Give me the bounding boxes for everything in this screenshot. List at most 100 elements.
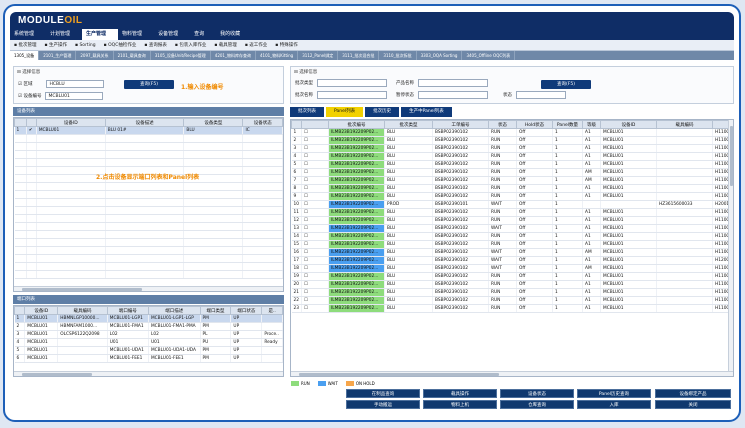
menu-item[interactable]: 计划管理 bbox=[46, 29, 82, 40]
table-row[interactable]: 2 ☐ ILMB23B192209P02... BLU BSBP02390102 RUN O… bbox=[291, 136, 733, 145]
table-row[interactable]: 21 ☐ ILMB23B192209P02... BLU BSBP02390102 RUN… bbox=[291, 288, 733, 297]
table-row[interactable]: 4 MCBLU01 U01 U01 PU UP Ready bbox=[14, 338, 283, 347]
column-header[interactable] bbox=[291, 120, 302, 129]
row-checkbox[interactable]: ☐ bbox=[301, 208, 329, 217]
submenu-item[interactable]: ▪ 批次管理 bbox=[10, 40, 40, 50]
column-header[interactable] bbox=[14, 306, 26, 315]
lot-search-button[interactable]: 查询(F5) bbox=[541, 80, 591, 89]
table-row[interactable]: 10 ☐ ILMB23B192209P02... PROD BSBP02390101 WA… bbox=[291, 200, 733, 209]
table-row[interactable]: 12 ☐ ILMB23B192209P02... BLU BSBP02390102 RUN… bbox=[291, 216, 733, 225]
row-checkbox[interactable]: ☐ bbox=[301, 272, 329, 281]
column-header[interactable]: 批次编号 bbox=[328, 120, 385, 129]
table-row[interactable]: 9 ☐ ILMB23B192209P02... BLU BSBP02390102 RUN O… bbox=[291, 192, 733, 201]
column-header[interactable] bbox=[301, 120, 329, 129]
column-header[interactable]: 设备ID bbox=[600, 120, 657, 129]
submenu-item[interactable]: ▪ OQC抽检作业 bbox=[100, 40, 141, 50]
column-header[interactable]: 端口状态 bbox=[230, 306, 263, 315]
bottom-button[interactable]: 关闭 bbox=[655, 400, 731, 409]
column-header[interactable]: 设备类型 bbox=[183, 118, 244, 127]
column-header[interactable]: 批次类型 bbox=[384, 120, 433, 129]
page-tab[interactable]: 4101_物料Kitting bbox=[256, 51, 299, 60]
submenu-item[interactable]: ▪ 生产操作 bbox=[40, 40, 70, 50]
checkbox-icon[interactable]: ☑ bbox=[18, 82, 22, 87]
menu-item[interactable]: 设备管理 bbox=[154, 29, 190, 40]
table-row[interactable]: 2 MCBLU01 HBMNFAM1000... MCBLU01-FMA1 MCBLU0… bbox=[14, 322, 283, 331]
row-checkbox[interactable]: ☐ bbox=[301, 216, 329, 225]
row-checkbox[interactable]: ☐ bbox=[301, 200, 329, 209]
submenu-item[interactable]: ▪ Sorting bbox=[71, 40, 100, 50]
column-header[interactable]: Hold状态 bbox=[516, 120, 553, 129]
collapse-icon[interactable]: ⊟ bbox=[294, 70, 298, 75]
bottom-button[interactable]: 载具操作 bbox=[423, 389, 497, 398]
menu-item[interactable]: 我的收藏 bbox=[216, 29, 252, 40]
table-row[interactable]: 18 ☐ ILMB23B192209P02... BLU BSBP02390102 WAI… bbox=[291, 264, 733, 273]
menu-item[interactable]: 生产管理 bbox=[82, 29, 119, 40]
row-checkbox[interactable]: ☐ bbox=[301, 168, 329, 177]
table-row[interactable]: 14 ☐ ILMB23B192209P02... BLU BSBP02390102 RUN… bbox=[291, 232, 733, 241]
column-header[interactable]: 是.. bbox=[261, 306, 283, 315]
row-checkbox[interactable]: ☐ bbox=[301, 248, 329, 257]
page-tab[interactable]: 2097_载具关系 bbox=[76, 51, 114, 60]
search-button[interactable]: 查询(F5) bbox=[124, 80, 174, 89]
submenu-item[interactable]: ▪ 特殊操作 bbox=[271, 40, 301, 50]
bottom-button[interactable]: 在制品查询 bbox=[346, 389, 420, 398]
row-checkbox[interactable]: ☐ bbox=[301, 232, 329, 241]
table-row[interactable]: 7 ☐ ILMB23B192209P02... BLU BSBP02390102 RUN O… bbox=[291, 176, 733, 185]
row-checkbox[interactable]: ☐ bbox=[301, 192, 329, 201]
bottom-button[interactable]: 仓库查询 bbox=[500, 400, 574, 409]
page-tab[interactable]: 3105_设备Unit/Recipe管理 bbox=[151, 51, 211, 60]
row-checkbox[interactable]: ☐ bbox=[301, 256, 329, 265]
table-row[interactable]: 3 MCBLU01 OLCSP6122Q2098 L02 L02 PL UP Proce.. bbox=[14, 330, 283, 339]
column-header[interactable]: Panel数量 bbox=[552, 120, 583, 129]
row-checkbox[interactable]: ☐ bbox=[301, 296, 329, 305]
lot-type-select[interactable] bbox=[317, 79, 387, 87]
table-row[interactable]: 17 ☐ ILMB23B192209P02... BLU BSBP02390102 WAI… bbox=[291, 256, 733, 265]
table-row[interactable]: 1 MCBLU01 HBMNLGP10000... MCBLU01-LGP1 MCBLU… bbox=[14, 314, 283, 323]
row-checkbox[interactable]: ☐ bbox=[301, 184, 329, 193]
right-tab[interactable]: 生产中Panel列表 bbox=[401, 107, 452, 117]
row-checkbox[interactable]: ☐ bbox=[301, 264, 329, 273]
page-tab[interactable]: 3112_Panel绑定 bbox=[298, 51, 339, 60]
bottom-button[interactable]: Panel历史查询 bbox=[577, 389, 651, 398]
equip-input[interactable]: MCBLU01 bbox=[45, 92, 104, 100]
equip-hscroll[interactable] bbox=[14, 286, 283, 291]
menu-item[interactable]: 查询 bbox=[190, 29, 216, 40]
page-tab[interactable]: 2101_载具查询 bbox=[114, 51, 151, 60]
right-tab[interactable]: 批次历史 bbox=[365, 107, 400, 117]
panel-hscroll[interactable] bbox=[291, 371, 733, 376]
submenu-item[interactable]: ▪ 载具管理 bbox=[210, 40, 240, 50]
collapse-icon[interactable]: ⊟ bbox=[17, 70, 21, 75]
table-row[interactable]: 1 ☐ ILMB23B192209P02... BLU BSBP02390102 RUN O… bbox=[291, 128, 733, 137]
port-hscroll[interactable] bbox=[14, 371, 283, 376]
table-row[interactable]: 5 MCBLU01 MCBLU01-UDA1 MCBLU01-UDA1-UDA PM UP bbox=[14, 346, 283, 355]
row-checkbox[interactable]: ☐ bbox=[301, 152, 329, 161]
column-header[interactable] bbox=[25, 118, 37, 127]
table-row[interactable]: 15 ☐ ILMB23B192209P02... BLU BSBP02390102 RUN… bbox=[291, 240, 733, 249]
page-tab[interactable]: 3110_批次拆批 bbox=[379, 51, 417, 60]
row-checkbox[interactable]: ☐ bbox=[301, 160, 329, 169]
table-row[interactable]: 1 ✔ MCBLU01 BLU 01# BLU IC bbox=[14, 126, 283, 135]
row-checkbox[interactable]: ☐ bbox=[301, 280, 329, 289]
column-header[interactable]: 载具编码 bbox=[656, 120, 713, 129]
submenu-item[interactable]: ▪ 返工作业 bbox=[241, 40, 271, 50]
row-checkbox[interactable]: ☐ bbox=[301, 136, 329, 145]
menu-item[interactable]: 物料管理 bbox=[118, 29, 154, 40]
submenu-item[interactable]: ▪ 查询报表 bbox=[140, 40, 170, 50]
page-tab[interactable]: 3111_批次混合批 bbox=[338, 51, 380, 60]
bottom-button[interactable]: 手动搬运 bbox=[346, 400, 420, 409]
row-checkbox[interactable]: ☐ bbox=[301, 176, 329, 185]
table-row[interactable]: 19 ☐ ILMB23B192209P02... BLU BSBP02390102 RUN… bbox=[291, 272, 733, 281]
column-header[interactable]: 端口描述 bbox=[147, 306, 201, 315]
panel-vscroll[interactable] bbox=[728, 120, 733, 376]
column-header[interactable] bbox=[14, 118, 27, 127]
column-header[interactable]: 载具编码 bbox=[57, 306, 108, 315]
submenu-item[interactable]: ▪ 包装入库作业 bbox=[171, 40, 210, 50]
table-row[interactable]: 23 ☐ ILMB23B192209P02... BLU BSBP02390102 RUN… bbox=[291, 304, 733, 313]
product-select[interactable] bbox=[418, 79, 488, 87]
lot-name-input[interactable] bbox=[317, 91, 387, 99]
menu-item[interactable]: 系统管理 bbox=[10, 29, 46, 40]
row-checkbox[interactable]: ☐ bbox=[301, 304, 329, 313]
column-header[interactable]: 设备状态 bbox=[242, 118, 283, 127]
bottom-button[interactable]: 入库 bbox=[577, 400, 651, 409]
hold-select[interactable] bbox=[418, 91, 488, 99]
